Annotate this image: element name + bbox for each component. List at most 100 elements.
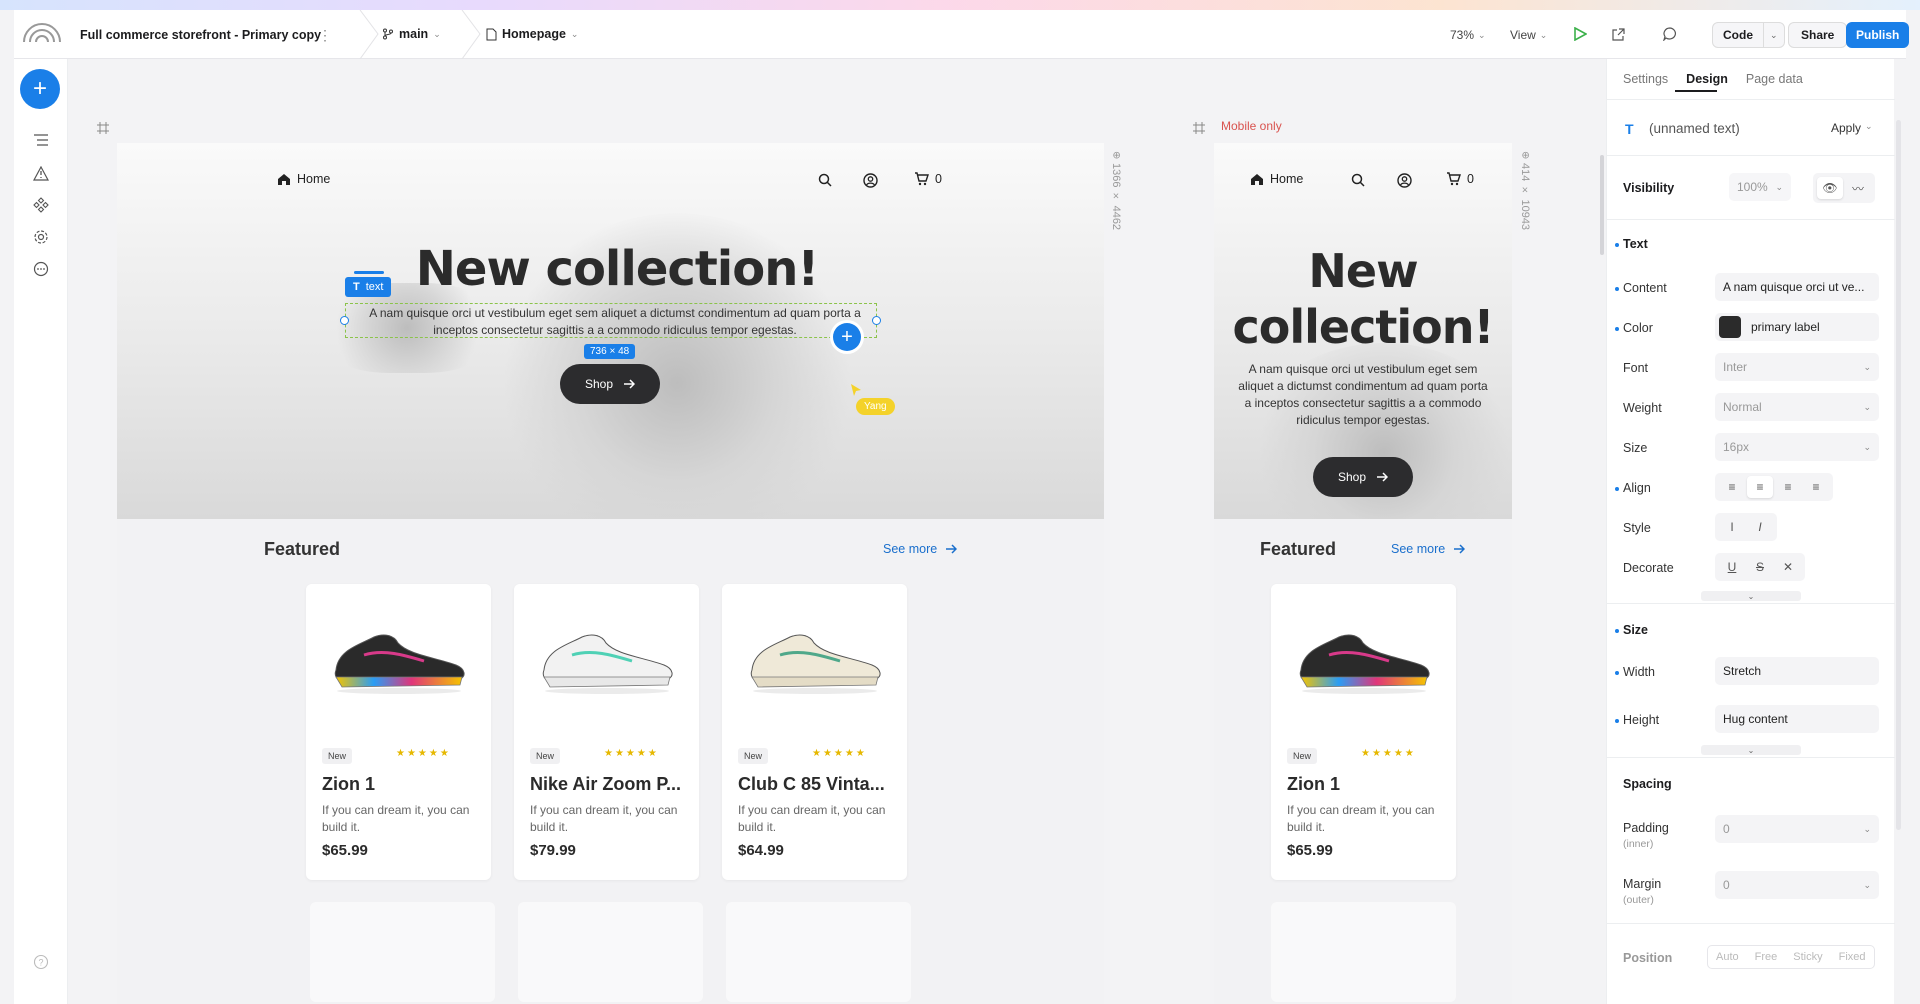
height-field[interactable]: Hug content <box>1715 705 1879 733</box>
canvas-scrollbar[interactable] <box>1600 155 1604 255</box>
mobile-product-card[interactable]: New ★★★★★ Zion 1 If you can dream it, yo… <box>1271 584 1456 880</box>
see-more-link[interactable]: See more <box>883 542 958 556</box>
font-select[interactable]: Inter ⌄ <box>1715 353 1879 381</box>
tab-page-data[interactable]: Page data <box>1746 72 1803 86</box>
mobile-nav-home-link[interactable]: Home <box>1250 172 1303 186</box>
size-value: 16px <box>1723 440 1750 454</box>
account-icon[interactable] <box>862 172 878 188</box>
resize-handle-right[interactable] <box>872 316 881 325</box>
color-field[interactable]: primary label <box>1715 313 1879 341</box>
rating-stars: ★★★★★ <box>604 748 659 759</box>
tab-settings[interactable]: Settings <box>1623 72 1668 86</box>
comment-icon[interactable] <box>1660 24 1680 44</box>
eye-icon[interactable]: 👁 <box>1817 177 1843 199</box>
product-card[interactable]: New ★★★★★ Club C 85 Vinta... If you can … <box>722 584 907 880</box>
align-justify-icon[interactable]: ≡ <box>1803 476 1829 498</box>
publish-button[interactable]: Publish <box>1846 22 1910 48</box>
mobile-frame[interactable]: Home 0 New collection! A nam quisque orc… <box>1214 143 1512 1004</box>
play-preview-icon[interactable] <box>1570 24 1590 44</box>
content-field[interactable]: A nam quisque orci ut ve... <box>1715 273 1879 301</box>
product-card[interactable]: New ★★★★★ Nike Air Zoom P... If you can … <box>514 584 699 880</box>
search-icon[interactable] <box>817 172 833 188</box>
mobile-see-more-link[interactable]: See more <box>1391 542 1466 556</box>
width-field[interactable]: Stretch <box>1715 657 1879 685</box>
resize-handle-left[interactable] <box>340 316 349 325</box>
help-icon[interactable]: ? <box>30 951 52 973</box>
margin-select[interactable]: 0 ⌄ <box>1715 871 1879 899</box>
project-title[interactable]: Full commerce storefront - Primary copy <box>80 28 321 42</box>
search-icon[interactable] <box>1350 172 1366 188</box>
tab-design[interactable]: Design <box>1686 72 1728 86</box>
hero-shop-button[interactable]: Shop <box>560 364 660 404</box>
mobile-cart-link[interactable]: 0 <box>1446 172 1474 186</box>
italic-icon[interactable]: I <box>1747 516 1773 538</box>
view-menu[interactable]: View ⌄ <box>1510 28 1547 42</box>
weight-label: Weight <box>1623 401 1662 415</box>
zoom-selector[interactable]: 73% ⌄ <box>1450 28 1486 42</box>
text-selection-box[interactable] <box>345 303 877 338</box>
app-logo-icon[interactable] <box>22 22 62 47</box>
align-center-icon[interactable]: ≡ <box>1747 476 1773 498</box>
strikethrough-icon[interactable]: S <box>1747 556 1773 578</box>
hero-title[interactable]: New collection! <box>317 241 917 297</box>
warning-icon[interactable] <box>30 162 52 184</box>
underline-icon[interactable]: U <box>1719 556 1745 578</box>
selection-type-tag[interactable]: Ttext <box>345 277 392 297</box>
align-right-icon[interactable]: ≡ <box>1775 476 1801 498</box>
nav-home-link[interactable]: Home <box>277 172 330 186</box>
position-fixed[interactable]: Fixed <box>1831 946 1874 968</box>
layers-icon[interactable] <box>30 129 52 151</box>
code-button[interactable]: Code ⌄ <box>1712 22 1785 48</box>
clear-decoration-icon[interactable]: ✕ <box>1775 556 1801 578</box>
opacity-select[interactable]: 100% ⌄ <box>1729 173 1791 201</box>
padding-select[interactable]: 0 ⌄ <box>1715 815 1879 843</box>
mobile-hero-shop-button[interactable]: Shop <box>1313 457 1413 497</box>
components-icon[interactable] <box>30 194 52 216</box>
position-options: Auto Free Sticky Fixed <box>1707 945 1875 969</box>
mobile-hero-paragraph[interactable]: A nam quisque orci ut vestibulum eget se… <box>1238 361 1488 429</box>
product-image <box>722 584 907 726</box>
top-toolbar: Full commerce storefront - Primary copy … <box>14 10 1910 59</box>
page-selector[interactable]: Homepage ⌄ <box>486 27 578 41</box>
weight-select[interactable]: Normal ⌄ <box>1715 393 1879 421</box>
position-free[interactable]: Free <box>1747 946 1786 968</box>
share-button[interactable]: Share <box>1788 22 1848 48</box>
design-canvas[interactable]: Mobile only Home 0 New collection! A nam… <box>68 59 1606 1004</box>
more-options-icon[interactable] <box>30 258 52 280</box>
element-name[interactable]: (unnamed text) <box>1649 121 1740 136</box>
mobile-featured-section: Featured See more New ★★★★★ Zion 1 If yo… <box>1214 519 1512 1004</box>
panel-scrollbar[interactable] <box>1896 120 1901 830</box>
selection-size-tag: 736 × 48 <box>584 344 636 359</box>
expand-more-icon[interactable]: ⌄ <box>1701 591 1801 601</box>
chevron-down-icon[interactable]: ⌄ <box>1763 23 1784 47</box>
align-left-icon[interactable]: ≡ <box>1719 476 1745 498</box>
account-icon[interactable] <box>1396 172 1412 188</box>
text-cursor-icon[interactable]: I <box>1719 516 1745 538</box>
cart-link[interactable]: 0 <box>914 172 942 186</box>
position-sticky[interactable]: Sticky <box>1785 946 1830 968</box>
frame-icon[interactable] <box>1192 121 1206 135</box>
text-type-icon: T <box>353 281 360 293</box>
settings-gear-icon[interactable] <box>30 226 52 248</box>
eye-hidden-icon[interactable]: 〰 <box>1845 177 1871 199</box>
product-image <box>306 584 491 726</box>
product-description: If you can dream it, you can build it. <box>530 803 678 834</box>
product-card[interactable]: New ★★★★★ Zion 1 If you can dream it, yo… <box>306 584 491 880</box>
project-menu-icon[interactable]: ⋮ <box>318 27 332 44</box>
mobile-hero-title[interactable]: New collection! <box>1214 243 1512 355</box>
desktop-frame[interactable]: Home 0 New collection! A nam quisque orc… <box>117 143 1104 1004</box>
branch-selector[interactable]: main ⌄ <box>382 27 441 41</box>
insert-element-icon[interactable]: + <box>833 323 861 351</box>
add-element-button[interactable]: + <box>20 69 60 109</box>
apply-menu[interactable]: Apply ⌄ <box>1831 121 1873 135</box>
frame-icon[interactable] <box>96 121 110 135</box>
home-icon <box>278 173 290 185</box>
size-select[interactable]: 16px ⌄ <box>1715 433 1879 461</box>
divider <box>1607 923 1895 924</box>
expand-more-icon[interactable]: ⌄ <box>1701 745 1801 755</box>
selection-tag-label: text <box>365 281 384 293</box>
panel-tabs: Settings Design Page data <box>1623 72 1803 86</box>
position-auto[interactable]: Auto <box>1708 946 1747 968</box>
open-external-icon[interactable] <box>1608 24 1628 44</box>
cart-count: 0 <box>935 172 942 186</box>
